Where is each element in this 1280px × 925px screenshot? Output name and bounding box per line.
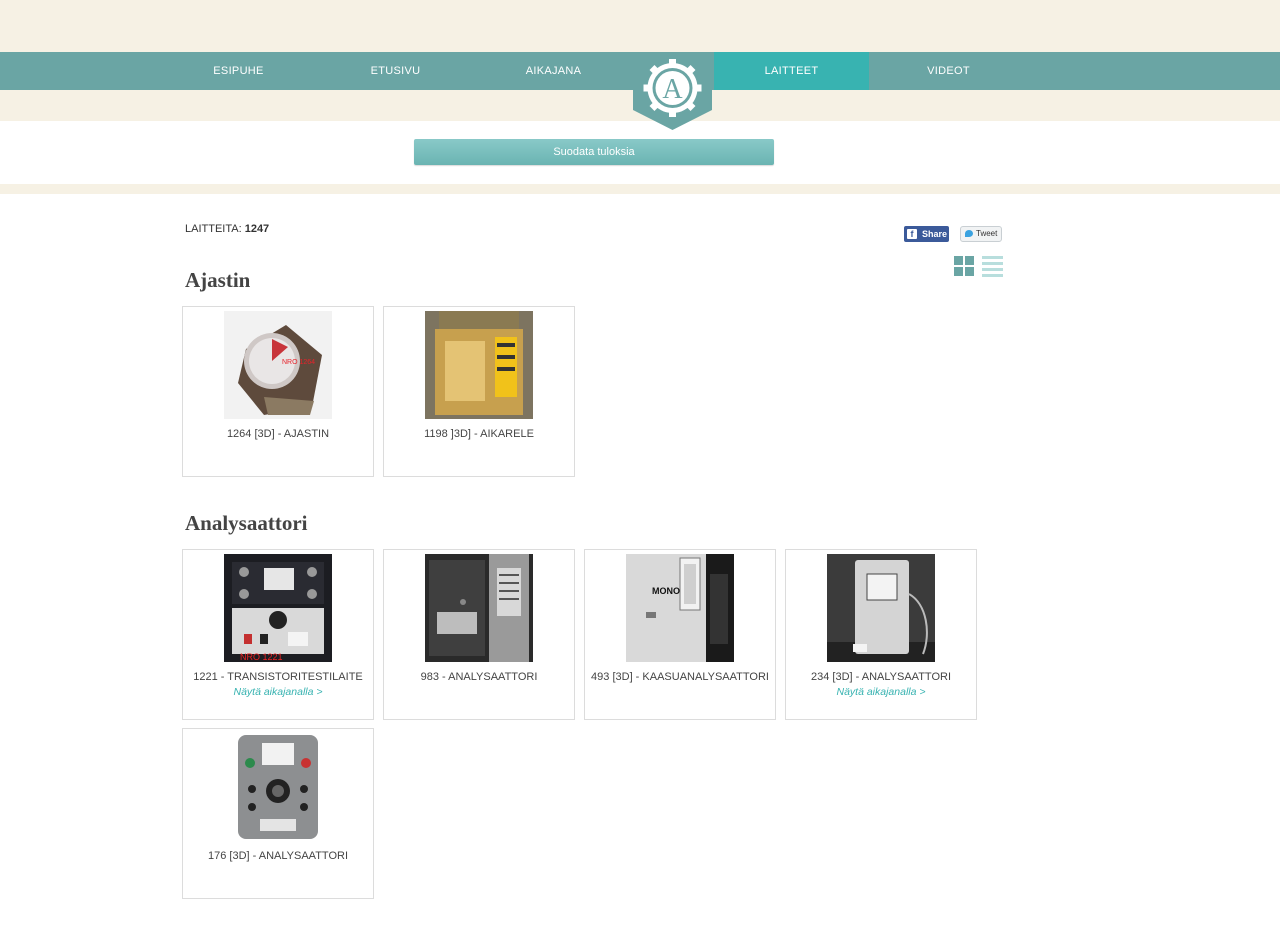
show-on-timeline-link[interactable]: Näytä aikajanalla > (786, 686, 976, 698)
device-thumbnail (827, 554, 935, 662)
device-thumbnail: MONO (626, 554, 734, 662)
device-card[interactable]: MONO 493 [3D] - KAASUANALYSAATTORI (584, 549, 776, 720)
device-thumbnail: NRO 1264 (224, 311, 332, 419)
device-card-title: 234 [3D] - ANALYSAATTORI (811, 671, 951, 683)
device-count-value: 1247 (244, 223, 270, 235)
device-thumbnail (425, 554, 533, 662)
top-band (0, 0, 1280, 52)
svg-text:NRO 1264: NRO 1264 (282, 359, 315, 366)
filter-results-button[interactable]: Suodata tuloksia (414, 139, 774, 165)
device-thumbnail (425, 311, 533, 419)
device-card-title: 983 - ANALYSAATTORI (420, 671, 538, 683)
nav-item-laitteet[interactable]: LAITTEET (714, 52, 869, 90)
device-thumbnail: NRO 1221 (224, 554, 332, 662)
device-card[interactable]: 1198 ]3D] - AIKARELE (383, 306, 575, 477)
device-card[interactable]: NRO 1264 1264 [3D] - AJASTIN (182, 306, 374, 477)
tweet-button[interactable]: Tweet (960, 226, 1002, 242)
share-label: Share (922, 229, 948, 239)
tweet-label: Tweet (976, 229, 998, 238)
divider-band (0, 184, 1280, 194)
logo-letter: A (662, 74, 683, 105)
nav-item-etusivu[interactable]: ETUSIVU (317, 52, 474, 90)
device-count: LAITTEITA: 1247 (185, 223, 269, 235)
device-card-title: 493 [3D] - KAASUANALYSAATTORI (591, 671, 769, 683)
device-card[interactable]: 234 [3D] - ANALYSAATTORI Näytä aikajanal… (785, 549, 977, 720)
svg-text:MONO: MONO (652, 586, 680, 596)
nav-item-esipuhe[interactable]: ESIPUHE (160, 52, 317, 90)
twitter-bird-icon (965, 230, 973, 237)
grid-view-icon[interactable] (954, 256, 975, 277)
device-card-title: 1198 ]3D] - AIKARELE (424, 428, 534, 440)
facebook-share-button[interactable]: f Share (904, 226, 949, 242)
device-card[interactable]: NRO 1221 1221 - TRANSISTORITESTILAITE Nä… (182, 549, 374, 720)
category-title-analysaattori: Analysaattori (185, 511, 308, 535)
category-title-ajastin: Ajastin (185, 268, 251, 292)
site-logo[interactable]: A (633, 52, 712, 130)
gear-logo-icon: A (633, 52, 712, 130)
device-card-title: 176 [3D] - ANALYSAATTORI (208, 850, 348, 862)
device-thumbnail (224, 733, 332, 841)
nav-item-videot[interactable]: VIDEOT (869, 52, 1028, 90)
nav-item-aikajana[interactable]: AIKAJANA (474, 52, 633, 90)
svg-text:NRO 1221: NRO 1221 (240, 652, 283, 662)
device-card-title: 1221 - TRANSISTORITESTILAITE (193, 671, 363, 683)
device-card-title: 1264 [3D] - AJASTIN (226, 428, 330, 440)
list-view-icon[interactable] (982, 256, 1003, 277)
device-card[interactable]: 983 - ANALYSAATTORI (383, 549, 575, 720)
device-count-label: LAITTEITA: (185, 223, 242, 235)
facebook-icon: f (907, 229, 917, 239)
device-card[interactable]: 176 [3D] - ANALYSAATTORI (182, 728, 374, 899)
show-on-timeline-link[interactable]: Näytä aikajanalla > (183, 686, 373, 698)
